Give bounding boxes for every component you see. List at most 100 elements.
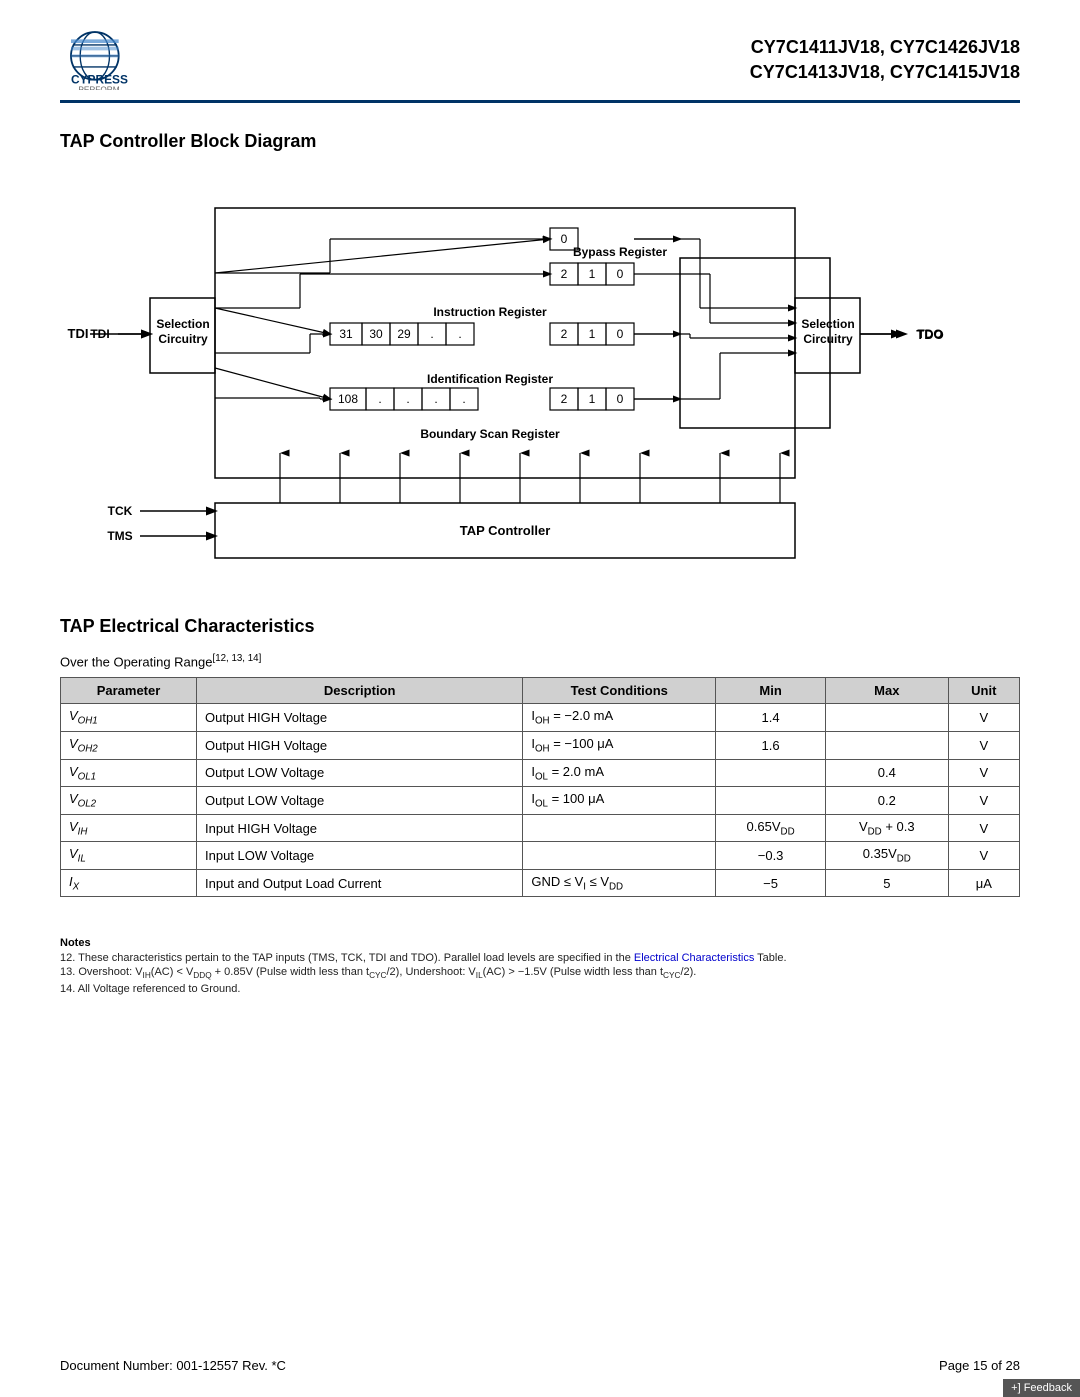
col-description: Description [197,678,523,704]
electrical-characteristics-link[interactable]: Electrical Characteristics [634,952,754,964]
unit-ix: μA [948,869,1019,897]
unit-voh1: V [948,704,1019,732]
section2-subtitle: Over the Operating Range[12, 13, 14] [60,653,1020,669]
svg-text:Selection: Selection [801,317,854,331]
table-row: VIH Input HIGH Voltage 0.65VDD VDD + 0.3… [61,814,1020,842]
param-ix: IX [61,869,197,897]
col-min: Min [716,678,826,704]
desc-voh1: Output HIGH Voltage [197,704,523,732]
svg-text:30: 30 [369,327,383,341]
svg-text:Circuitry: Circuitry [158,332,208,346]
svg-text:Circuitry: Circuitry [803,332,853,346]
desc-vol2: Output LOW Voltage [197,787,523,815]
table-row: VIL Input LOW Voltage −0.3 0.35VDD V [61,842,1020,870]
max-vih: VDD + 0.3 [826,814,949,842]
svg-text:31: 31 [339,327,353,341]
feedback-button[interactable]: +] Feedback [1003,1379,1080,1397]
cond-voh2: IOH = −100 μA [523,731,716,759]
desc-vih: Input HIGH Voltage [197,814,523,842]
cond-vih [523,814,716,842]
notes-title: Notes [60,937,1020,949]
notes-section: Notes 12. These characteristics pertain … [60,937,1020,994]
block-diagram-svg: 0 Bypass Register 2 1 0 Instruction Regi… [60,168,1020,588]
page-footer: Document Number: 001-12557 Rev. *C Page … [60,1358,1020,1373]
max-ix: 5 [826,869,949,897]
svg-text:108: 108 [338,392,358,406]
desc-vol1: Output LOW Voltage [197,759,523,787]
min-vil: −0.3 [716,842,826,870]
block-diagram: 0 Bypass Register 2 1 0 Instruction Regi… [60,168,1020,588]
svg-text:Boundary Scan Register: Boundary Scan Register [420,427,560,441]
table-row: VOL2 Output LOW Voltage IOL = 100 μA 0.2… [61,787,1020,815]
cypress-logo: CYPRESS PERFORM [60,30,170,90]
svg-text:1: 1 [589,392,596,406]
svg-text:TCK: TCK [108,504,133,518]
min-vol2 [716,787,826,815]
svg-text:Bypass Register: Bypass Register [573,245,667,259]
logo-area: CYPRESS PERFORM [60,30,170,90]
note-12: 12. These characteristics pertain to the… [60,952,1020,964]
doc-number: Document Number: 001-12557 Rev. *C [60,1358,286,1373]
svg-text:PERFORM: PERFORM [78,86,119,90]
desc-vil: Input LOW Voltage [197,842,523,870]
table-row: VOH2 Output HIGH Voltage IOH = −100 μA 1… [61,731,1020,759]
col-max: Max [826,678,949,704]
desc-voh2: Output HIGH Voltage [197,731,523,759]
cond-vol1: IOL = 2.0 mA [523,759,716,787]
param-vil: VIL [61,842,197,870]
unit-vol2: V [948,787,1019,815]
characteristics-table: Parameter Description Test Conditions Mi… [60,677,1020,897]
cond-voh1: IOH = −2.0 mA [523,704,716,732]
svg-text:.: . [430,327,433,341]
table-header-row: Parameter Description Test Conditions Mi… [61,678,1020,704]
svg-text:TDI: TDI [68,326,89,341]
col-parameter: Parameter [61,678,197,704]
header-title: CY7C1411JV18, CY7C1426JV18 CY7C1413JV18,… [750,35,1020,85]
cond-vil [523,842,716,870]
max-vil: 0.35VDD [826,842,949,870]
max-voh1 [826,704,949,732]
min-voh1: 1.4 [716,704,826,732]
note-13: 13. Overshoot: VIH(AC) < VDDQ + 0.85V (P… [60,966,1020,980]
section2-title: TAP Electrical Characteristics [60,616,1020,637]
unit-voh2: V [948,731,1019,759]
header-line1: CY7C1411JV18, CY7C1426JV18 [750,35,1020,60]
page-header: CYPRESS PERFORM CY7C1411JV18, CY7C1426JV… [60,30,1020,103]
svg-text:0: 0 [561,232,568,246]
min-vol1 [716,759,826,787]
svg-text:.: . [434,392,437,406]
svg-text:0: 0 [617,267,624,281]
max-vol1: 0.4 [826,759,949,787]
min-vih: 0.65VDD [716,814,826,842]
svg-text:Selection: Selection [156,317,209,331]
cond-ix: GND ≤ VI ≤ VDD [523,869,716,897]
param-voh1: VOH1 [61,704,197,732]
min-ix: −5 [716,869,826,897]
svg-text:Instruction Register: Instruction Register [433,305,547,319]
col-unit: Unit [948,678,1019,704]
svg-text:TMS: TMS [107,529,132,543]
unit-vih: V [948,814,1019,842]
svg-text:2: 2 [561,267,568,281]
unit-vol1: V [948,759,1019,787]
section1-title: TAP Controller Block Diagram [60,131,1020,152]
svg-text:.: . [458,327,461,341]
max-vol2: 0.2 [826,787,949,815]
svg-text:0: 0 [617,327,624,341]
min-voh2: 1.6 [716,731,826,759]
svg-text:.: . [462,392,465,406]
svg-text:CYPRESS: CYPRESS [71,72,128,86]
unit-vil: V [948,842,1019,870]
param-vol2: VOL2 [61,787,197,815]
param-vol1: VOL1 [61,759,197,787]
svg-text:TDO: TDO [916,327,943,342]
svg-text:1: 1 [589,267,596,281]
table-row: VOL1 Output LOW Voltage IOL = 2.0 mA 0.4… [61,759,1020,787]
param-voh2: VOH2 [61,731,197,759]
cond-vol2: IOL = 100 μA [523,787,716,815]
table-row: IX Input and Output Load Current GND ≤ V… [61,869,1020,897]
desc-ix: Input and Output Load Current [197,869,523,897]
svg-text:29: 29 [397,327,411,341]
svg-text:Identification Register: Identification Register [427,372,553,386]
svg-text:2: 2 [561,392,568,406]
